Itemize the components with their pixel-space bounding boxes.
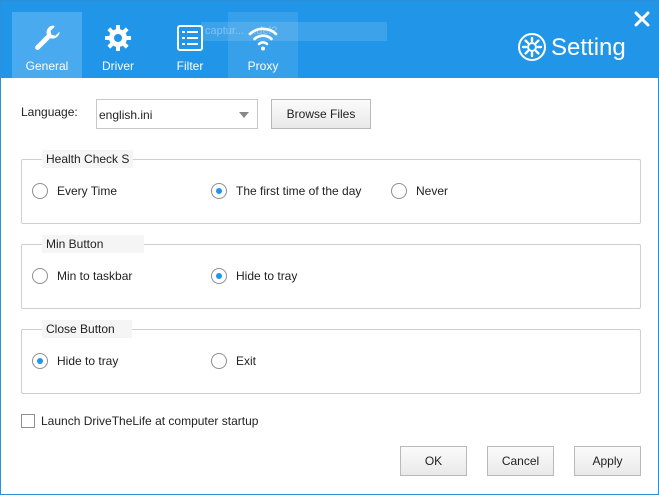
radio-label: The first time of the day xyxy=(236,184,362,198)
close-button-title: Close Button xyxy=(42,320,132,338)
radio-button xyxy=(32,183,48,199)
radio-button xyxy=(32,353,48,369)
min-button-group: Min Button Min to taskbar Hide to tray xyxy=(21,235,641,309)
chevron-down-icon xyxy=(239,112,249,118)
browse-files-button[interactable]: Browse Files xyxy=(271,99,371,129)
tab-general-label: General xyxy=(25,59,69,73)
wrench-icon xyxy=(35,25,60,51)
radio-label: Exit xyxy=(236,354,257,368)
tab-filter-label: Filter xyxy=(176,59,204,73)
apply-button[interactable]: Apply xyxy=(574,446,641,476)
cancel-button[interactable]: Cancel xyxy=(487,446,554,476)
health-check-title: Health Check S xyxy=(42,150,134,168)
header-bar: General Driver Filter Proxy captur... ..… xyxy=(1,1,658,78)
ghost-text: captur... ...del? xyxy=(201,22,387,41)
tab-driver-label: Driver xyxy=(102,59,134,73)
checkbox-box xyxy=(21,414,35,428)
language-select-value: english.ini xyxy=(99,108,153,122)
radio-label: Hide to tray xyxy=(236,269,298,283)
radio-button xyxy=(211,183,227,199)
radio-label: Every Time xyxy=(57,184,118,198)
language-label: Language: xyxy=(21,105,78,119)
settings-gear-icon xyxy=(518,33,546,61)
gear-icon xyxy=(105,25,131,51)
close-icon[interactable] xyxy=(634,11,650,27)
language-select[interactable]: english.ini xyxy=(96,99,258,129)
radio-button xyxy=(32,268,48,284)
radio-button xyxy=(391,183,407,199)
radio-label: Min to taskbar xyxy=(57,269,133,283)
health-check-group: Health Check S Every Time The first time… xyxy=(21,150,641,224)
tab-proxy-label: Proxy xyxy=(247,59,279,73)
ok-button[interactable]: OK xyxy=(400,446,467,476)
radio-label: Never xyxy=(416,184,449,198)
settings-window: General Driver Filter Proxy captur... ..… xyxy=(0,0,659,495)
radio-button xyxy=(211,353,227,369)
tab-driver[interactable]: Driver xyxy=(83,12,153,78)
min-button-title: Min Button xyxy=(42,235,144,253)
radio-button xyxy=(211,268,227,284)
launch-at-startup-label: Launch DriveTheLife at computer startup xyxy=(41,414,259,428)
tab-general[interactable]: General xyxy=(12,12,82,78)
close-button-group: Close Button Hide to tray Exit xyxy=(21,320,641,394)
radio-label: Hide to tray xyxy=(57,354,119,368)
brand-title: Setting xyxy=(551,34,626,61)
